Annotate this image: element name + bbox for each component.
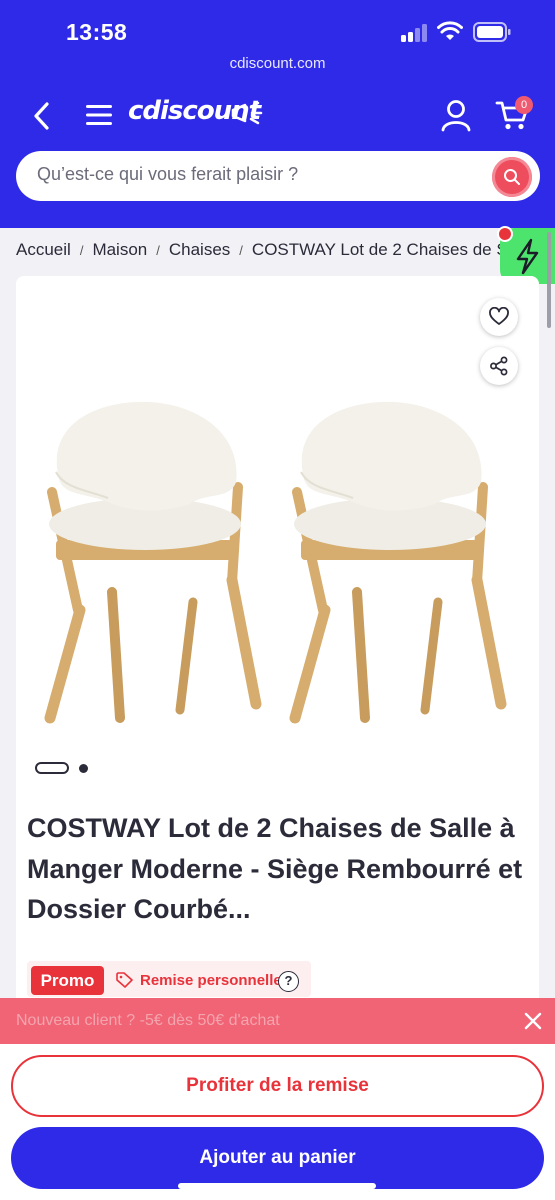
add-to-cart-button[interactable]: Ajouter au panier bbox=[11, 1127, 544, 1189]
image-carousel-indicator[interactable] bbox=[35, 762, 95, 776]
status-bar: 13:58 cdiscount.com bbox=[0, 0, 555, 72]
chair-left bbox=[44, 401, 262, 724]
close-icon[interactable] bbox=[520, 1008, 546, 1034]
back-arrow-icon[interactable] bbox=[28, 100, 56, 132]
favorite-button[interactable] bbox=[480, 298, 518, 336]
home-indicator[interactable] bbox=[178, 1183, 376, 1189]
megaphone-icon bbox=[231, 101, 263, 125]
search-button[interactable] bbox=[492, 157, 532, 197]
share-icon bbox=[490, 356, 508, 376]
header: 13:58 cdiscount.com cdiscount 0 Qu’est-c… bbox=[0, 0, 555, 228]
remise-personnelle-label: Remise personnelle bbox=[140, 972, 282, 989]
chair-right bbox=[289, 401, 507, 724]
breadcrumb-item-accueil[interactable]: Accueil bbox=[16, 240, 71, 259]
heart-icon bbox=[489, 307, 509, 325]
price-tag-icon bbox=[116, 972, 133, 988]
profiter-remise-button[interactable]: Profiter de la remise bbox=[11, 1055, 544, 1117]
nav-row: cdiscount bbox=[0, 92, 555, 140]
product-title: COSTWAY Lot de 2 Chaises de Salle à Mang… bbox=[27, 813, 523, 924]
breadcrumb-separator: / bbox=[239, 243, 243, 258]
promo-badge: Promo bbox=[31, 966, 104, 995]
help-button[interactable]: ? bbox=[278, 971, 299, 992]
signal-icon bbox=[401, 24, 429, 42]
promo-banner[interactable]: Nouveau client ? -5€ dès 50€ d'achat bbox=[0, 998, 555, 1046]
breadcrumb-item-chaises[interactable]: Chaises bbox=[169, 240, 230, 259]
breadcrumb-separator: / bbox=[156, 243, 160, 258]
menu-icon[interactable] bbox=[84, 102, 114, 128]
product-image[interactable] bbox=[30, 392, 525, 724]
breadcrumb-item-maison[interactable]: Maison bbox=[92, 240, 147, 259]
search-input[interactable]: Qu’est-ce qui vous ferait plaisir ? bbox=[37, 164, 298, 185]
search-icon bbox=[504, 169, 520, 185]
notification-dot bbox=[497, 226, 513, 242]
share-button[interactable] bbox=[480, 347, 518, 385]
breadcrumb-separator: / bbox=[79, 243, 84, 258]
status-time: 13:58 bbox=[66, 19, 128, 45]
carousel-dot[interactable] bbox=[79, 764, 88, 773]
user-icon[interactable] bbox=[440, 98, 472, 132]
battery-icon bbox=[473, 22, 511, 42]
search-bar[interactable]: Qu’est-ce qui vous ferait plaisir ? bbox=[16, 151, 540, 201]
banner-text: Nouveau client ? -5€ dès 50€ d'achat bbox=[16, 1012, 280, 1029]
carousel-dot-active[interactable] bbox=[35, 762, 69, 774]
promo-tags: Promo Remise personnelle ? bbox=[27, 961, 311, 997]
scrollbar[interactable] bbox=[547, 232, 551, 328]
breadcrumb: Accueil / Maison / Chaises / COSTWAY Lot de 2 … bbox=[16, 240, 516, 264]
url-bar[interactable]: cdiscount.com bbox=[0, 55, 555, 72]
wifi-icon bbox=[437, 21, 463, 40]
breadcrumb-item-current: COSTWAY Lot de 2 Chaises de Salle bbox=[251, 240, 516, 259]
cart-count-badge: 0 bbox=[515, 96, 533, 114]
